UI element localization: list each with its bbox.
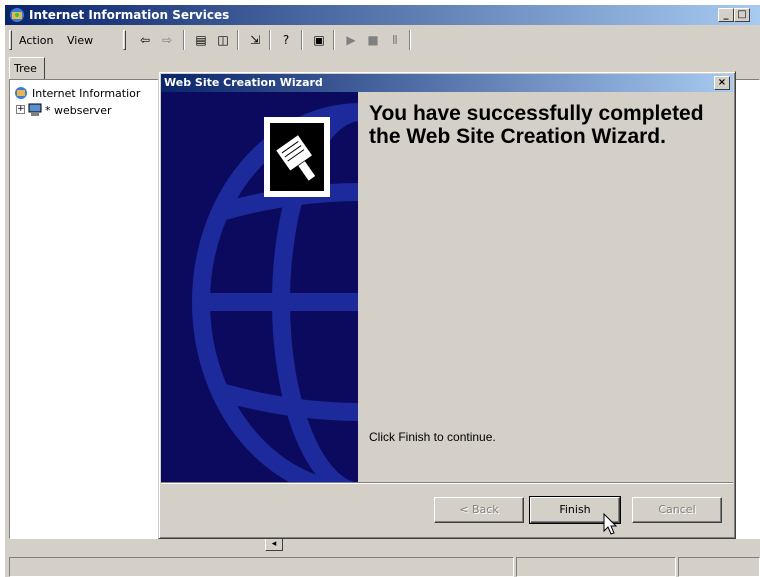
forward-arrow-icon[interactable]: ⇨	[159, 32, 175, 48]
minimize-button[interactable]: _	[718, 8, 734, 22]
grip	[9, 30, 12, 50]
separator	[409, 30, 411, 50]
iis-icon	[9, 7, 25, 23]
separator	[333, 30, 335, 50]
dialog-title: Web Site Creation Wizard	[164, 76, 323, 89]
play-icon[interactable]: ▶	[343, 32, 359, 48]
up-folder-icon[interactable]: ▤	[193, 32, 209, 48]
separator	[301, 30, 303, 50]
pause-icon[interactable]: Ⅱ	[387, 32, 403, 48]
menu-action[interactable]: Action	[19, 34, 53, 47]
menu-toolbar-row: Action View ⇦ ⇨ ▤ ◫ ⇲ ? ▣ ▶ ■ Ⅱ	[5, 26, 760, 53]
computer-icon	[28, 103, 42, 117]
export-icon[interactable]: ⇲	[247, 32, 263, 48]
maximize-button[interactable]: □	[734, 8, 750, 22]
help-icon[interactable]: ?	[278, 32, 294, 48]
wizard-heading: You have successfully completed the Web …	[369, 102, 704, 148]
status-panel-1	[9, 557, 514, 577]
wizard-message: Click Finish to continue.	[369, 430, 496, 444]
expand-plus-icon[interactable]: +	[16, 105, 25, 114]
cursor-icon	[603, 512, 619, 537]
stop-icon[interactable]: ■	[365, 32, 381, 48]
wizard-book-icon	[264, 117, 330, 197]
computer-icon[interactable]: ▣	[311, 32, 327, 48]
status-panel-2	[516, 557, 676, 577]
tab-tree[interactable]: Tree	[9, 57, 45, 79]
menu-view[interactable]: View	[67, 34, 93, 47]
separator	[183, 30, 185, 50]
scroll-left-button[interactable]: ◂	[265, 537, 283, 551]
dialog-separator	[161, 482, 733, 484]
wizard-dialog: Web Site Creation Wizard × You have succ…	[158, 71, 736, 539]
main-title: Internet Information Services	[29, 8, 230, 22]
grip	[123, 30, 126, 50]
show-tree-icon[interactable]: ◫	[215, 32, 231, 48]
separator	[237, 30, 239, 50]
cancel-button[interactable]: Cancel	[632, 497, 722, 523]
back-arrow-icon[interactable]: ⇦	[137, 32, 153, 48]
dialog-close-button[interactable]: ×	[714, 76, 730, 90]
iis-icon	[14, 86, 28, 100]
wizard-side-panel	[161, 92, 358, 482]
back-button[interactable]: < Back	[434, 497, 524, 523]
separator	[269, 30, 271, 50]
dialog-title-bar[interactable]: Web Site Creation Wizard ×	[161, 74, 733, 92]
main-title-bar[interactable]: Internet Information Services _ □	[5, 5, 760, 25]
status-panel-3	[678, 557, 760, 577]
